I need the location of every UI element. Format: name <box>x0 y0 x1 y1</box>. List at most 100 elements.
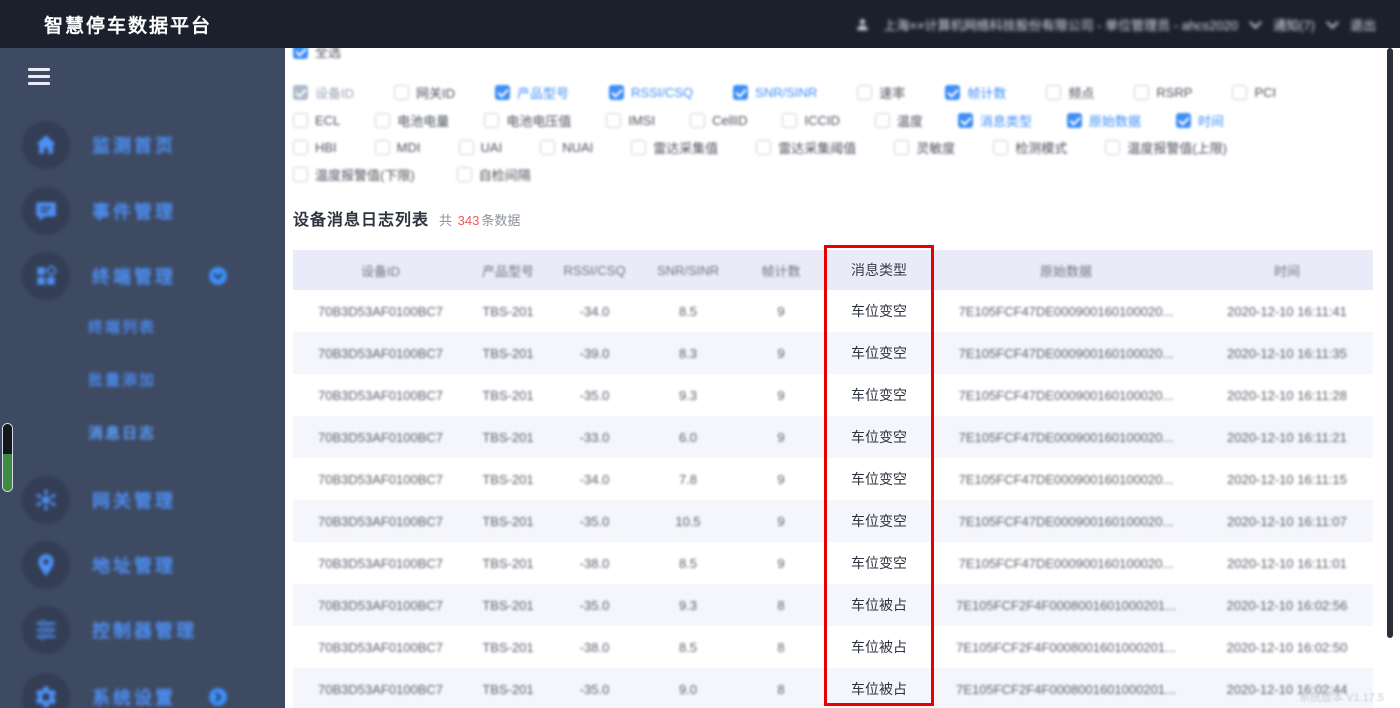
column-checkbox[interactable]: 温度报警值(上限) <box>1105 138 1227 157</box>
column-checkbox[interactable]: 灵敏度 <box>894 138 955 157</box>
column-checkbox[interactable]: UAI <box>458 140 502 155</box>
column-checkbox[interactable]: SNR/SINR <box>733 85 817 100</box>
sidebar-item-address-mgmt[interactable]: 地址管理 <box>0 541 285 589</box>
sidebar-item-label: 事件管理 <box>92 202 176 222</box>
checkbox-icon[interactable] <box>733 85 749 100</box>
checkbox-icon[interactable] <box>1134 85 1150 100</box>
chevron-right-icon[interactable] <box>208 687 228 707</box>
column-checkbox[interactable]: IMSI <box>606 113 655 128</box>
col-header-text: SNR/SINR <box>656 262 720 278</box>
column-checkbox[interactable]: ICCID <box>782 113 840 128</box>
checkbox-icon[interactable] <box>374 140 390 155</box>
cell-text: 9 <box>777 471 785 487</box>
checkbox-icon[interactable] <box>293 167 308 182</box>
sidebar-item-event-mgmt[interactable]: 事件管理 <box>0 187 285 235</box>
checkbox-icon[interactable] <box>540 140 556 155</box>
column-checkbox[interactable]: 帧计数 <box>945 83 1006 102</box>
column-checkbox[interactable]: 检测模式 <box>993 138 1067 157</box>
column-checkbox[interactable]: 自检间隔 <box>456 165 531 184</box>
cell-rssi-csq: -35.0 <box>548 374 641 416</box>
chevron-down-icon[interactable] <box>1326 15 1339 29</box>
column-checkbox[interactable]: 全选 <box>293 48 341 61</box>
sidebar-item-gateway-mgmt[interactable]: 网关管理 <box>0 476 285 524</box>
checkbox-label: 电池电量 <box>397 114 450 129</box>
chevron-down-icon[interactable] <box>1249 15 1262 29</box>
chevron-down-icon[interactable] <box>208 266 228 286</box>
column-checkbox[interactable]: PCI <box>1232 85 1276 100</box>
checkbox-icon[interactable] <box>782 113 798 128</box>
cell-time: 2020-12-10 16:02:56 <box>1201 584 1373 626</box>
column-checkbox[interactable]: RSSI/CSQ <box>609 85 693 100</box>
checkbox-icon[interactable] <box>293 140 308 155</box>
column-checkbox[interactable]: 速率 <box>857 83 905 102</box>
checkbox-icon[interactable] <box>957 113 973 128</box>
checkbox-icon[interactable] <box>458 140 474 155</box>
notifications-button[interactable]: 通知(7) <box>1273 15 1315 34</box>
sidebar-item-system-settings[interactable]: 系统设置 <box>0 673 285 708</box>
checkbox-label: 电池电压值 <box>506 114 572 129</box>
checkbox-icon[interactable] <box>293 113 308 128</box>
sidebar-item-terminal-list[interactable]: 终端列表 <box>88 316 156 340</box>
cell-text: 7E105FCF47DE000900160100020... <box>958 345 1174 361</box>
column-checkbox[interactable]: RSRP <box>1134 85 1192 100</box>
checkbox-label: HBI <box>315 140 337 155</box>
sidebar-item-label: 监测首页 <box>92 136 176 156</box>
column-checkbox[interactable]: 温度报警值(下限) <box>293 165 415 184</box>
account-text[interactable]: 上海××计算机网络科技股份有限公司 - 单位管理员 - ahcs2020 <box>883 15 1238 34</box>
checkbox-icon[interactable] <box>293 85 308 100</box>
checkbox-icon[interactable] <box>857 85 873 100</box>
checkbox-icon[interactable] <box>1105 140 1121 155</box>
count-prefix: 共 <box>439 213 453 228</box>
column-checkbox[interactable]: 原始数据 <box>1066 111 1141 130</box>
column-checkbox[interactable]: 雷达采集阈值 <box>756 138 856 157</box>
checkbox-icon[interactable] <box>1046 85 1062 100</box>
checkbox-label: 速率 <box>879 86 906 101</box>
checkbox-icon[interactable] <box>993 140 1009 155</box>
column-checkbox[interactable]: NUAI <box>540 140 593 155</box>
column-checkbox[interactable]: ECL <box>293 113 340 128</box>
cell-time: 2020-12-10 16:11:15 <box>1201 458 1373 500</box>
checkbox-icon[interactable] <box>756 140 772 155</box>
checkbox-icon[interactable] <box>606 113 622 128</box>
checkbox-icon[interactable] <box>495 85 511 100</box>
column-checkbox[interactable]: HBI <box>293 140 337 155</box>
column-checkbox[interactable]: MDI <box>374 140 421 155</box>
checkbox-label: 雷达采集阈值 <box>778 141 857 156</box>
column-checkbox[interactable]: CellID <box>690 113 747 128</box>
checkbox-icon[interactable] <box>484 113 500 128</box>
cell-time: 2020-12-10 16:11:21 <box>1201 416 1373 458</box>
column-checkbox[interactable]: 温度 <box>874 111 923 130</box>
checkbox-icon[interactable] <box>394 85 410 100</box>
sidebar-item-message-log[interactable]: 消息日志 <box>88 422 156 446</box>
column-checkbox[interactable]: 频点 <box>1046 83 1094 102</box>
checkbox-icon[interactable] <box>945 85 961 100</box>
logout-button[interactable]: 退出 <box>1350 15 1376 34</box>
scrollbar[interactable] <box>1387 48 1393 638</box>
checkbox-icon[interactable] <box>874 113 890 128</box>
column-checkbox[interactable]: 消息类型 <box>957 111 1032 130</box>
column-checkbox[interactable]: 电池电压值 <box>484 111 571 130</box>
checkbox-icon[interactable] <box>1066 113 1082 128</box>
checkbox-icon[interactable] <box>375 113 391 128</box>
cell-snr-sinr: 8.5 <box>641 290 735 332</box>
checkbox-icon[interactable] <box>609 85 625 100</box>
column-checkbox[interactable]: 网关ID <box>394 83 455 102</box>
sidebar-item-terminal-mgmt[interactable]: 终端管理 <box>0 252 285 300</box>
scroll-indicator[interactable] <box>2 423 13 492</box>
checkbox-icon[interactable] <box>894 140 910 155</box>
checkbox-icon[interactable] <box>690 113 706 128</box>
column-checkbox[interactable]: 时间 <box>1175 111 1224 130</box>
column-checkbox[interactable]: 雷达采集值 <box>631 138 718 157</box>
column-checkbox[interactable]: 设备ID <box>293 83 354 102</box>
column-checkbox[interactable]: 产品型号 <box>495 83 569 102</box>
checkbox-icon[interactable] <box>1175 113 1191 128</box>
checkbox-icon[interactable] <box>1232 85 1248 100</box>
sidebar-item-monitor-home[interactable]: 监测首页 <box>0 121 285 169</box>
column-checkbox[interactable]: 电池电量 <box>375 111 449 130</box>
filter-row: 温度报警值(下限) 自检间隔 <box>293 165 531 184</box>
checkbox-icon[interactable] <box>631 140 647 155</box>
checkbox-icon[interactable] <box>456 167 472 182</box>
sidebar-item-batch-add[interactable]: 批量添加 <box>88 369 156 393</box>
checkbox-icon[interactable] <box>293 48 308 59</box>
sidebar-item-controller-mgmt[interactable]: 控制器管理 <box>0 606 285 654</box>
